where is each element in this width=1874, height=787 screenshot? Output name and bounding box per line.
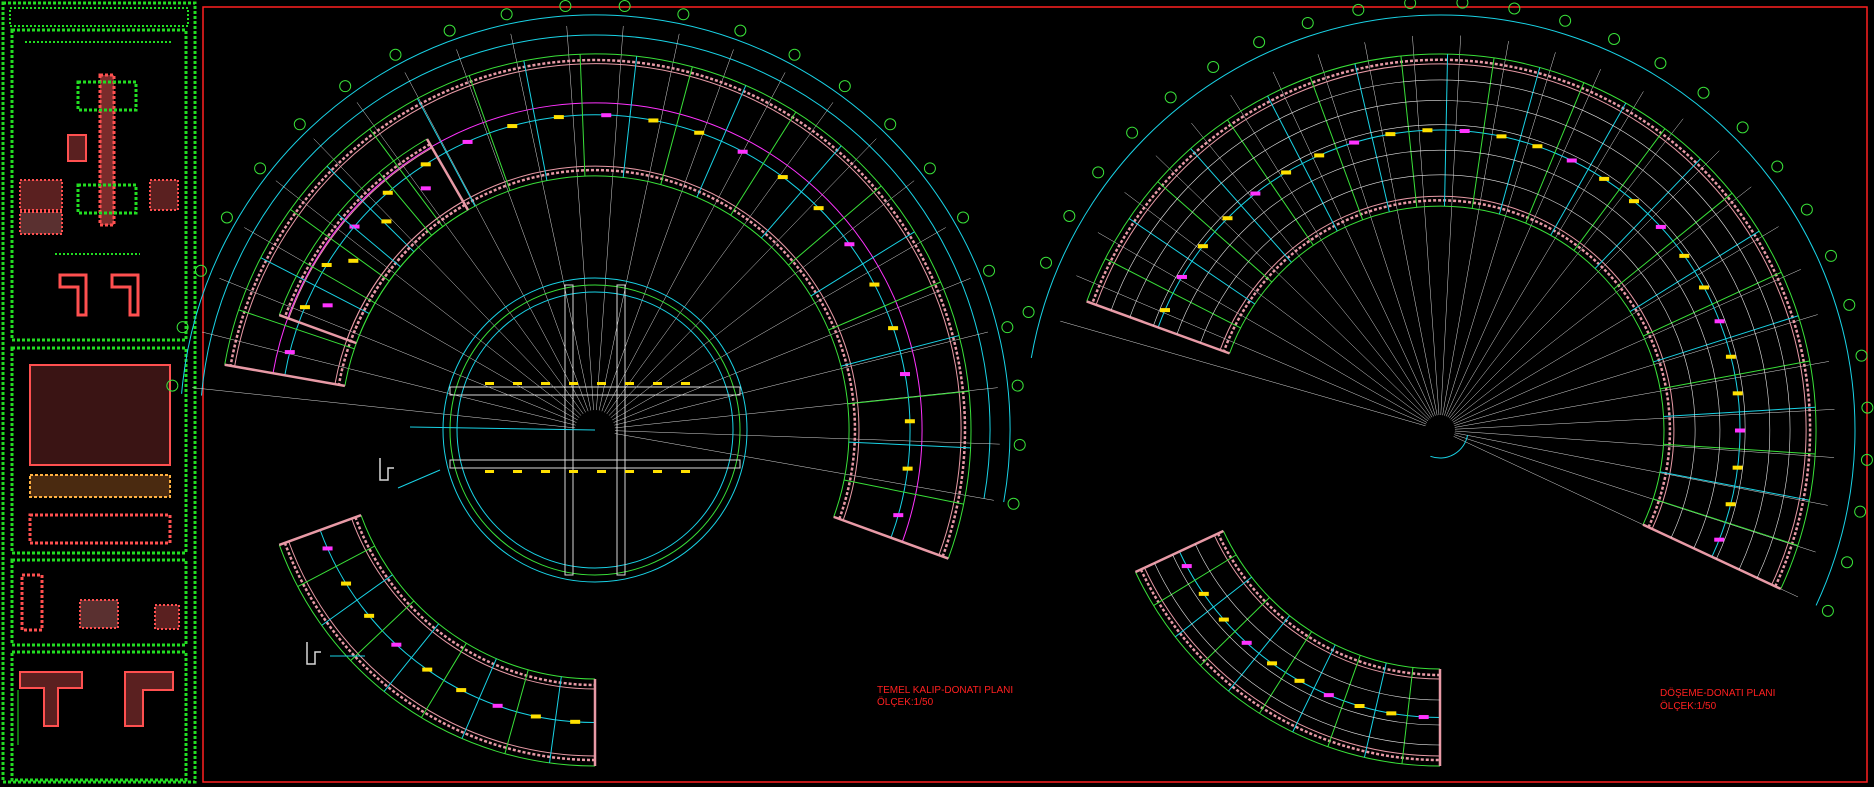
rebar-tag <box>530 714 541 719</box>
rebar-tag <box>420 186 431 191</box>
cad-drawing-canvas[interactable]: TEMEL KALIP-DONATI PLANI ÖLÇEK:1/50 DÖŞE… <box>0 0 1874 787</box>
cross-rebar-tag <box>653 470 662 473</box>
rebar-tag <box>507 124 518 129</box>
rebar-tag <box>1198 591 1209 596</box>
rebar-tag <box>1422 128 1433 133</box>
rebar-tag <box>899 372 910 377</box>
cross-rebar-tag <box>569 382 578 385</box>
rebar-tag <box>1218 617 1229 622</box>
rebar-tag <box>553 115 564 120</box>
rebar-tag <box>777 175 788 180</box>
slab-plan-scale: ÖLÇEK:1/50 <box>1660 700 1717 712</box>
rebar-tag <box>1566 158 1577 163</box>
cross-rebar-tag <box>625 470 634 473</box>
rebar-tag <box>322 303 333 308</box>
rebar-tag <box>1250 191 1261 196</box>
rebar-tag <box>1197 244 1208 249</box>
rebar-tag <box>1532 144 1543 149</box>
rebar-tag <box>1267 661 1278 666</box>
cross-rebar-tag <box>541 470 550 473</box>
rebar-tag <box>1725 502 1736 507</box>
rebar-tag <box>1294 678 1305 683</box>
rebar-tag <box>1655 224 1666 229</box>
rebar-tag <box>1354 704 1365 709</box>
rebar-tag <box>893 513 904 518</box>
rebar-tag <box>1349 140 1360 145</box>
cross-rebar-tag <box>597 382 606 385</box>
cross-rebar-tag <box>681 470 690 473</box>
rebar-tag <box>1386 711 1397 716</box>
rebar-tag <box>570 719 581 724</box>
cross-rebar-tag <box>485 382 494 385</box>
cross-rebar-tag <box>681 382 690 385</box>
cross-rebar-tag <box>597 470 606 473</box>
rebar-tag <box>381 219 392 224</box>
rebar-tag <box>321 262 332 267</box>
rebar-tag <box>1732 391 1743 396</box>
rebar-tag <box>601 113 612 118</box>
rebar-tag <box>902 466 913 471</box>
rebar-tag <box>1714 537 1725 542</box>
rebar-tag <box>420 162 431 167</box>
rebar-tag <box>1714 319 1725 324</box>
rebar-tag <box>456 688 467 693</box>
rebar-tag <box>348 258 359 263</box>
cross-rebar-tag <box>485 470 494 473</box>
rebar-tag <box>1418 715 1429 720</box>
rebar-tag <box>1323 693 1334 698</box>
rebar-tag <box>1181 564 1192 569</box>
rebar-tag <box>299 305 310 310</box>
rebar-tag <box>1496 134 1507 139</box>
rebar-tag <box>284 350 295 355</box>
rebar-tag <box>813 206 824 211</box>
foundation-plan-scale: ÖLÇEK:1/50 <box>877 696 934 708</box>
rebar-tag <box>462 139 473 144</box>
rebar-tag <box>694 130 705 135</box>
rebar-tag <box>1281 170 1292 175</box>
rebar-tag <box>1160 308 1171 313</box>
rebar-tag <box>888 326 899 331</box>
rebar-tag <box>1241 640 1252 645</box>
cross-rebar-tag <box>653 382 662 385</box>
rebar-tag <box>492 703 503 708</box>
rebar-tag <box>648 118 659 123</box>
rebar-tag <box>1314 153 1325 158</box>
rebar-tag <box>1732 465 1743 470</box>
rebar-tag <box>1734 428 1745 433</box>
rebar-tag <box>1698 285 1709 290</box>
rebar-tag <box>1725 354 1736 359</box>
rebar-tag <box>1222 216 1233 221</box>
foundation-plan-title: TEMEL KALIP-DONATI PLANI <box>877 685 1013 696</box>
rebar-tag <box>364 613 375 618</box>
rebar-tag <box>1628 199 1639 204</box>
rebar-tag <box>382 190 393 195</box>
rebar-tag <box>422 667 433 672</box>
cross-rebar-tag <box>569 470 578 473</box>
rebar-tag <box>322 546 333 551</box>
rebar-tag <box>1599 176 1610 181</box>
rebar-tag <box>391 642 402 647</box>
cross-rebar-tag <box>625 382 634 385</box>
cross-rebar-tag <box>513 382 522 385</box>
rebar-tag <box>1176 274 1187 279</box>
rebar-tag <box>1459 129 1470 134</box>
rebar-tag <box>844 242 855 247</box>
rebar-tag <box>1385 132 1396 137</box>
rebar-tag <box>869 282 880 287</box>
rebar-tag <box>904 419 915 424</box>
rebar-tag <box>737 149 748 154</box>
cross-rebar-tag <box>513 470 522 473</box>
rebar-tag <box>341 581 352 586</box>
slab-plan-title: DÖŞEME-DONATI PLANI <box>1660 687 1775 699</box>
cross-rebar-tag <box>541 382 550 385</box>
rebar-tag <box>1679 253 1690 258</box>
